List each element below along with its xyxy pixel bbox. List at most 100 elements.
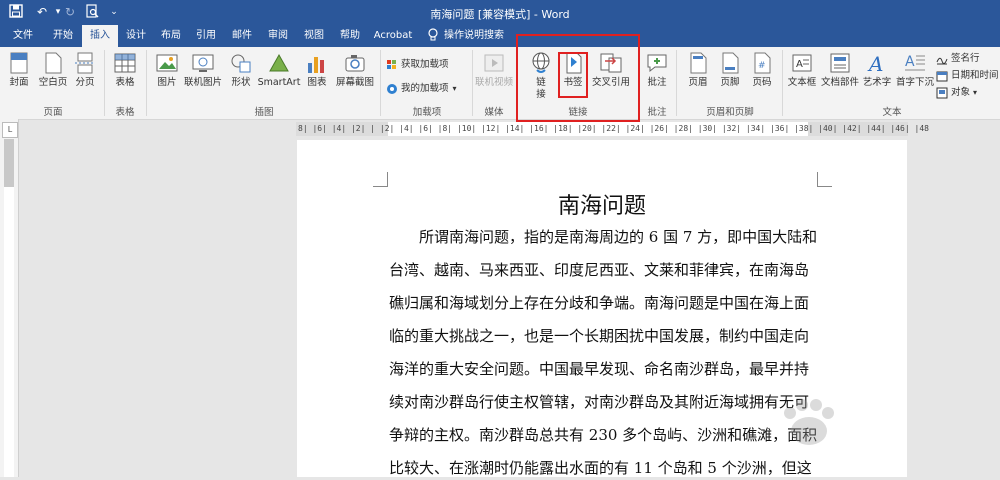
group-separator (104, 50, 105, 116)
signature-line-button[interactable]: 签名行 (936, 51, 980, 67)
group-label-tables: 表格 (115, 107, 135, 118)
addin-icon (387, 83, 397, 94)
title-bar: ↶ ▾ ↻ ⌄ 南海问题 [兼容模式] - Word (0, 0, 1000, 25)
crop-mark (817, 172, 832, 187)
tab-home[interactable]: 开始 (44, 25, 82, 47)
shapes-button[interactable]: 形状 (226, 49, 256, 89)
group-separator (146, 50, 147, 116)
lightbulb-icon (426, 25, 440, 47)
group-label-header-footer: 页眉和页脚 (706, 107, 754, 118)
paragraph-line[interactable]: 比较大、在涨潮时仍能露出水面的有 11 个岛和 5 个沙洲，但这 (389, 457, 812, 478)
signature-icon (936, 57, 948, 64)
blank-page-icon (45, 52, 62, 74)
textbox-icon: A (792, 54, 812, 72)
chevron-down-icon: ▾ (973, 88, 978, 97)
picture-icon (156, 54, 178, 72)
document-title[interactable]: 南海问题 (297, 188, 907, 220)
paragraph-line[interactable]: 临的重大挑战之一，也是一个长期困扰中国发展，制约中国走向 (389, 325, 809, 346)
paragraph-line[interactable]: 所谓南海问题，指的是南海周边的 6 国 7 方，即中国大陆和 (389, 226, 817, 247)
online-video-button[interactable]: 联机视频 (474, 49, 514, 89)
group-header-footer: 页眉 页脚 # 页码 页眉和页脚 (678, 47, 782, 119)
group-label-media: 媒体 (484, 107, 504, 118)
group-label-text: 文本 (882, 107, 902, 118)
paragraph-line[interactable]: 海洋的重大安全问题。中国最早发现、命名南沙群岛，最早并持 (389, 358, 809, 379)
cover-page-button[interactable]: 封面 (4, 49, 34, 89)
tab-references[interactable]: 引用 (188, 25, 224, 47)
screenshot-button[interactable]: 屏幕截图 (332, 49, 378, 89)
page-break-button[interactable]: 分页 (70, 49, 100, 89)
tell-me-search[interactable]: 操作说明搜索 (444, 25, 508, 47)
tab-view[interactable]: 视图 (296, 25, 332, 47)
drop-cap-icon: A (905, 54, 925, 71)
object-button[interactable]: 对象 ▾ (936, 85, 977, 101)
ribbon-tabs: 文件 开始 插入 设计 布局 引用 邮件 审阅 视图 帮助 Acrobat 操作… (0, 25, 1000, 47)
svg-text:#: # (758, 61, 766, 71)
footer-icon (722, 52, 739, 74)
tab-review[interactable]: 审阅 (260, 25, 296, 47)
cover-page-icon (10, 52, 28, 74)
group-tables: 表格 表格 (106, 47, 144, 119)
textbox-button[interactable]: A 文本框 (786, 49, 818, 89)
page-number-icon: # (754, 52, 771, 74)
table-button[interactable]: 表格 (110, 49, 140, 89)
svg-text:A: A (867, 52, 883, 75)
store-icon (387, 59, 396, 69)
page-number-button[interactable]: # 页码 (746, 49, 778, 89)
online-pictures-button[interactable]: 联机图片 (182, 49, 224, 89)
camera-icon (345, 55, 365, 72)
svg-text:A: A (796, 59, 803, 70)
wordart-icon: A (867, 52, 883, 75)
group-addins: 获取加载项 我的加载项 ▾ 加载项 (382, 47, 472, 119)
tab-selector[interactable]: L (2, 122, 18, 138)
tab-insert[interactable]: 插入 (82, 25, 118, 47)
paragraph-line[interactable]: 礁归属和海域划分上存在分歧和争端。南海问题是中国在海上面 (389, 292, 809, 313)
group-media: 联机视频 媒体 (474, 47, 514, 119)
date-time-button[interactable]: 日期和时间 (936, 68, 999, 84)
bookmark-highlight (558, 52, 588, 98)
drop-cap-button[interactable]: A 首字下沉 (894, 49, 936, 89)
ruler-ticks: 8| |6| |4| |2| | |2| |4| |6| |8| |10| |1… (298, 124, 929, 133)
object-icon (936, 87, 948, 98)
wordart-button[interactable]: A 艺术字 (860, 49, 894, 89)
tab-file[interactable]: 文件 (4, 25, 42, 47)
group-separator (380, 50, 381, 116)
tab-mailings[interactable]: 邮件 (224, 25, 260, 47)
horizontal-ruler: 8| |6| |4| |2| | |2| |4| |6| |8| |10| |1… (296, 122, 929, 136)
chart-button[interactable]: 图表 (304, 49, 330, 89)
group-label-illustrations: 插图 (254, 107, 274, 118)
pictures-button[interactable]: 图片 (152, 49, 182, 89)
group-separator (472, 50, 473, 116)
chart-icon (308, 57, 324, 73)
group-comments: 批注 批注 (640, 47, 674, 119)
footer-button[interactable]: 页脚 (714, 49, 746, 89)
group-illustrations: 图片 联机图片 形状 SmartArt 图表 屏幕截图 插图 (148, 47, 380, 119)
online-picture-icon (192, 54, 214, 72)
tab-help[interactable]: 帮助 (332, 25, 368, 47)
header-icon (690, 52, 707, 74)
tab-acrobat[interactable]: Acrobat (368, 25, 418, 47)
crop-mark (373, 172, 388, 187)
quick-parts-button[interactable]: 文档部件 (820, 49, 860, 89)
blank-page-button[interactable]: 空白页 (36, 49, 70, 89)
header-button[interactable]: 页眉 (682, 49, 714, 89)
tab-design[interactable]: 设计 (118, 25, 154, 47)
group-separator (676, 50, 677, 116)
paragraph-line[interactable]: 续对南沙群岛行使主权管辖，对南沙群岛及其附近海域拥有无可 (389, 391, 809, 412)
page-break-icon (75, 52, 95, 74)
new-comment-button[interactable]: 批注 (642, 49, 672, 89)
paragraph-line[interactable]: 争辩的主权。南沙群岛总共有 230 多个岛屿、沙洲和礁滩，面积 (389, 424, 817, 445)
my-addins-button[interactable]: 我的加载项 ▾ (386, 81, 457, 97)
smartart-button[interactable]: SmartArt (256, 49, 302, 89)
group-pages: 封面 空白页 分页 页面 (4, 47, 102, 119)
group-label-pages: 页面 (43, 107, 63, 118)
paragraph-line[interactable]: 台湾、越南、马来西亚、印度尼西亚、文莱和菲律宾，在南海岛 (389, 259, 809, 280)
svg-text:A: A (905, 54, 915, 70)
ribbon-insert: 封面 空白页 分页 页面 表格 表格 图片 联机图片 形状 SmartArt 图… (0, 34, 1000, 122)
get-addins-button[interactable]: 获取加载项 (386, 57, 449, 73)
tab-layout[interactable]: 布局 (154, 25, 188, 47)
group-label-addins: 加载项 (412, 107, 442, 118)
calendar-icon (936, 71, 948, 81)
window-title: 南海问题 [兼容模式] - Word (430, 8, 570, 21)
group-text: A 文本框 文档部件 A 艺术字 A 首字下沉 签名行 日期和时间 对象 ▾ 文本 (784, 47, 1000, 119)
chevron-down-icon: ▾ (452, 84, 457, 93)
